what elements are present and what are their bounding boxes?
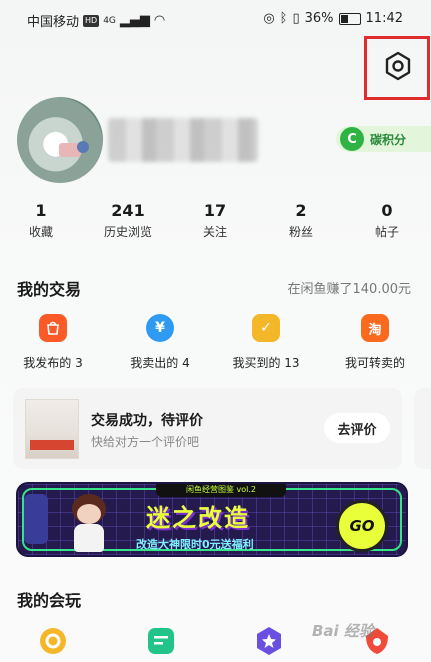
settings-button[interactable] — [382, 50, 414, 82]
stat-number: 2 — [295, 201, 307, 220]
battery-percent: 36% — [304, 11, 334, 26]
trade-item-label: 我卖出的 4 — [130, 356, 190, 370]
review-subtitle: 快给对方一个评价吧 — [91, 435, 200, 449]
stat-number: 1 — [35, 201, 47, 220]
coin-icon[interactable] — [38, 626, 68, 656]
trade-item-label: 我买到的 13 — [232, 356, 300, 370]
stat-favorites[interactable]: 1 收藏 — [1, 200, 81, 242]
pending-review-card[interactable]: 交易成功，待评价 快给对方一个评价吧 去评价 — [13, 388, 402, 469]
bought-icon: ✓ — [252, 314, 280, 342]
section-title-my-play: 我的会玩 — [17, 591, 82, 610]
status-bar: 中国移动 HD 4G ▂▄▆ ◠ ◎ ᛒ ▯ 36% 11:42 — [0, 0, 431, 40]
username-blurred[interactable] — [108, 118, 258, 162]
stat-label: 收藏 — [28, 225, 53, 239]
settings-hex-icon — [385, 51, 411, 81]
wifi-icon: ◠ — [153, 13, 166, 28]
review-title: 交易成功，待评价 — [91, 413, 203, 429]
vibrate-icon: ▯ — [292, 11, 300, 26]
status-left: 中国移动 HD 4G ▂▄▆ ◠ — [27, 11, 165, 30]
stat-label: 粉丝 — [288, 225, 313, 239]
banner-go-button[interactable]: GO — [336, 500, 388, 552]
thumbnail-stripe — [30, 440, 74, 450]
tao-icon: 淘 — [361, 314, 389, 342]
trade-item-published[interactable]: 我发布的 3 — [3, 314, 103, 371]
stat-label: 帖子 — [374, 225, 399, 239]
trade-item-label: 我发布的 3 — [23, 356, 83, 370]
trade-item-label: 我可转卖的 — [344, 356, 405, 370]
go-review-button[interactable]: 去评价 — [324, 413, 390, 443]
stat-history[interactable]: 241 历史浏览 — [88, 200, 168, 242]
clock: 11:42 — [365, 11, 403, 26]
battery-icon — [338, 12, 361, 25]
note-icon[interactable] — [146, 626, 176, 656]
banner-title: 迷之改造 — [146, 504, 250, 532]
watermark-text: Bai 经验 — [312, 622, 374, 640]
earned-summary[interactable]: 在闲鱼赚了140.00元 — [288, 278, 412, 297]
section-title-my-trades: 我的交易 — [17, 280, 82, 299]
network-type: 4G — [103, 15, 116, 26]
bag-icon — [39, 314, 67, 342]
trade-item-bought[interactable]: ✓ 我买到的 13 — [216, 314, 316, 371]
stat-number: 17 — [203, 201, 227, 220]
stat-fans[interactable]: 2 粉丝 — [261, 200, 341, 242]
avatar[interactable] — [17, 97, 103, 183]
banner-robot-icon — [24, 494, 48, 544]
stat-label: 关注 — [202, 225, 227, 239]
stat-following[interactable]: 17 关注 — [175, 200, 255, 242]
product-thumbnail — [25, 399, 79, 459]
next-card-peek[interactable] — [414, 388, 431, 469]
stats-row: 1 收藏 241 历史浏览 17 关注 2 粉丝 0 帖子 — [0, 200, 431, 244]
banner-subtitle: 改造大神限时0元送福利 — [136, 538, 254, 551]
signal-icon: ▂▄▆ — [119, 13, 150, 28]
trade-item-sold[interactable]: ¥ 我卖出的 4 — [110, 314, 210, 371]
stat-posts[interactable]: 0 帖子 — [347, 200, 427, 242]
star-icon[interactable] — [254, 626, 284, 656]
avatar-balloon — [77, 141, 89, 153]
hd-badge: HD — [83, 14, 100, 27]
nfc-icon: ◎ — [263, 11, 275, 26]
carrier-text: 中国移动 — [27, 15, 80, 30]
stat-number: 241 — [111, 201, 145, 220]
trade-item-resellable[interactable]: 淘 我可转卖的 — [325, 314, 425, 371]
banner-tag: 闲鱼经营图鉴 vol.2 — [156, 484, 286, 497]
status-right: ◎ ᛒ ▯ 36% 11:42 — [263, 11, 403, 26]
stat-label: 历史浏览 — [103, 225, 152, 239]
carbon-icon: C — [340, 127, 364, 151]
stat-number: 0 — [381, 201, 393, 220]
yuan-icon: ¥ — [146, 314, 174, 342]
promo-banner[interactable]: 闲鱼经营图鉴 vol.2 迷之改造 改造大神限时0元送福利 GO — [16, 482, 408, 557]
carbon-points-badge[interactable]: C 碳积分 — [336, 126, 431, 152]
bluetooth-icon: ᛒ — [279, 11, 288, 26]
carbon-label: 碳积分 — [370, 132, 407, 147]
banner-character-icon — [58, 492, 118, 554]
